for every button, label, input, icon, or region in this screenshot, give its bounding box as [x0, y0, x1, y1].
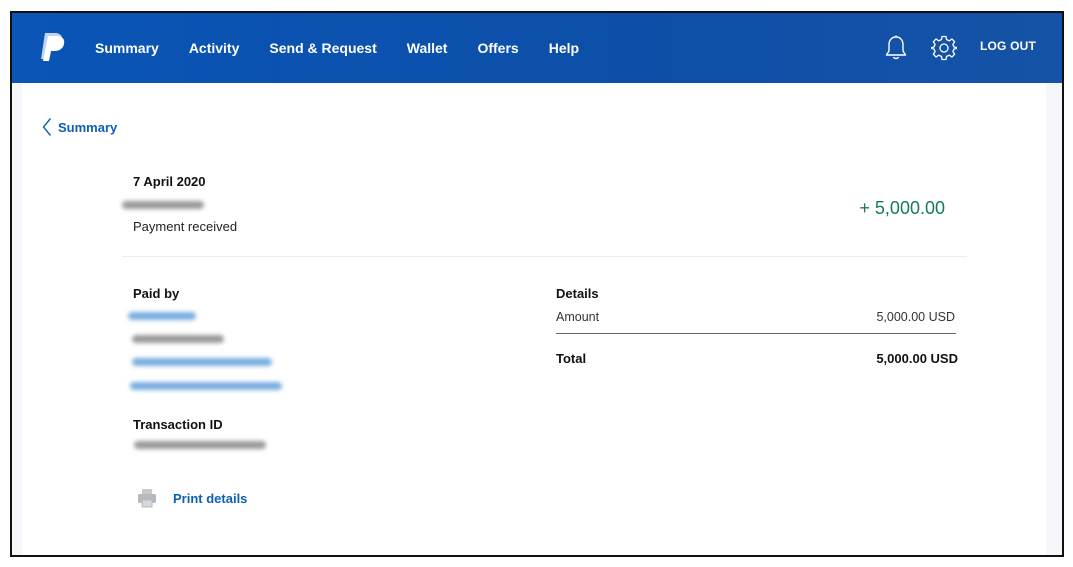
- print-details-link[interactable]: Print details: [137, 488, 247, 508]
- total-value: 5,000.00 USD: [876, 351, 958, 366]
- details-divider: [556, 333, 956, 334]
- back-link-label: Summary: [58, 119, 118, 135]
- total-label: Total: [556, 351, 587, 366]
- nav-activity[interactable]: Activity: [189, 40, 240, 56]
- details-total-row: Total 5,000.00 USD: [556, 351, 958, 366]
- redacted-payer-name: [128, 312, 196, 320]
- logout-button[interactable]: LOG OUT: [980, 39, 1036, 53]
- browser-frame: Summary Activity Send & Request Wallet O…: [10, 11, 1064, 557]
- section-divider: [122, 256, 967, 257]
- details-label: Details: [556, 286, 599, 301]
- details-amount-row: Amount 5,000.00 USD: [556, 310, 955, 324]
- print-details-label: Print details: [173, 490, 248, 506]
- paid-by-label: Paid by: [133, 286, 180, 301]
- chevron-left-icon: [42, 118, 52, 136]
- amount-value: 5,000.00 USD: [876, 310, 955, 324]
- redacted-counterparty-name: [122, 201, 204, 209]
- nav-wallet[interactable]: Wallet: [407, 40, 448, 56]
- transaction-details-panel: Summary 7 April 2020 Payment received + …: [22, 83, 1046, 555]
- redacted-payer-account: [130, 382, 282, 390]
- nav-help[interactable]: Help: [549, 40, 579, 56]
- gear-icon[interactable]: [930, 34, 958, 62]
- bell-icon[interactable]: [882, 34, 910, 62]
- topbar-actions: LOG OUT: [862, 13, 1036, 83]
- transaction-amount: + 5,000.00: [859, 198, 945, 218]
- amount-label: Amount: [556, 310, 600, 324]
- top-navigation-bar: Summary Activity Send & Request Wallet O…: [12, 13, 1062, 83]
- nav-summary[interactable]: Summary: [95, 40, 159, 56]
- back-to-summary-link[interactable]: Summary: [42, 117, 117, 137]
- nav-send-request[interactable]: Send & Request: [269, 40, 376, 56]
- redacted-transaction-id: [134, 441, 266, 449]
- redacted-payer-detail: [132, 335, 224, 343]
- main-nav: Summary Activity Send & Request Wallet O…: [95, 13, 609, 83]
- paypal-logo-icon[interactable]: [39, 31, 65, 63]
- nav-offers[interactable]: Offers: [477, 40, 518, 56]
- printer-icon: [138, 489, 156, 508]
- transaction-id-label: Transaction ID: [133, 417, 223, 432]
- transaction-status: Payment received: [133, 219, 238, 234]
- transaction-date: 7 April 2020: [133, 174, 206, 189]
- redacted-payer-email: [132, 358, 272, 366]
